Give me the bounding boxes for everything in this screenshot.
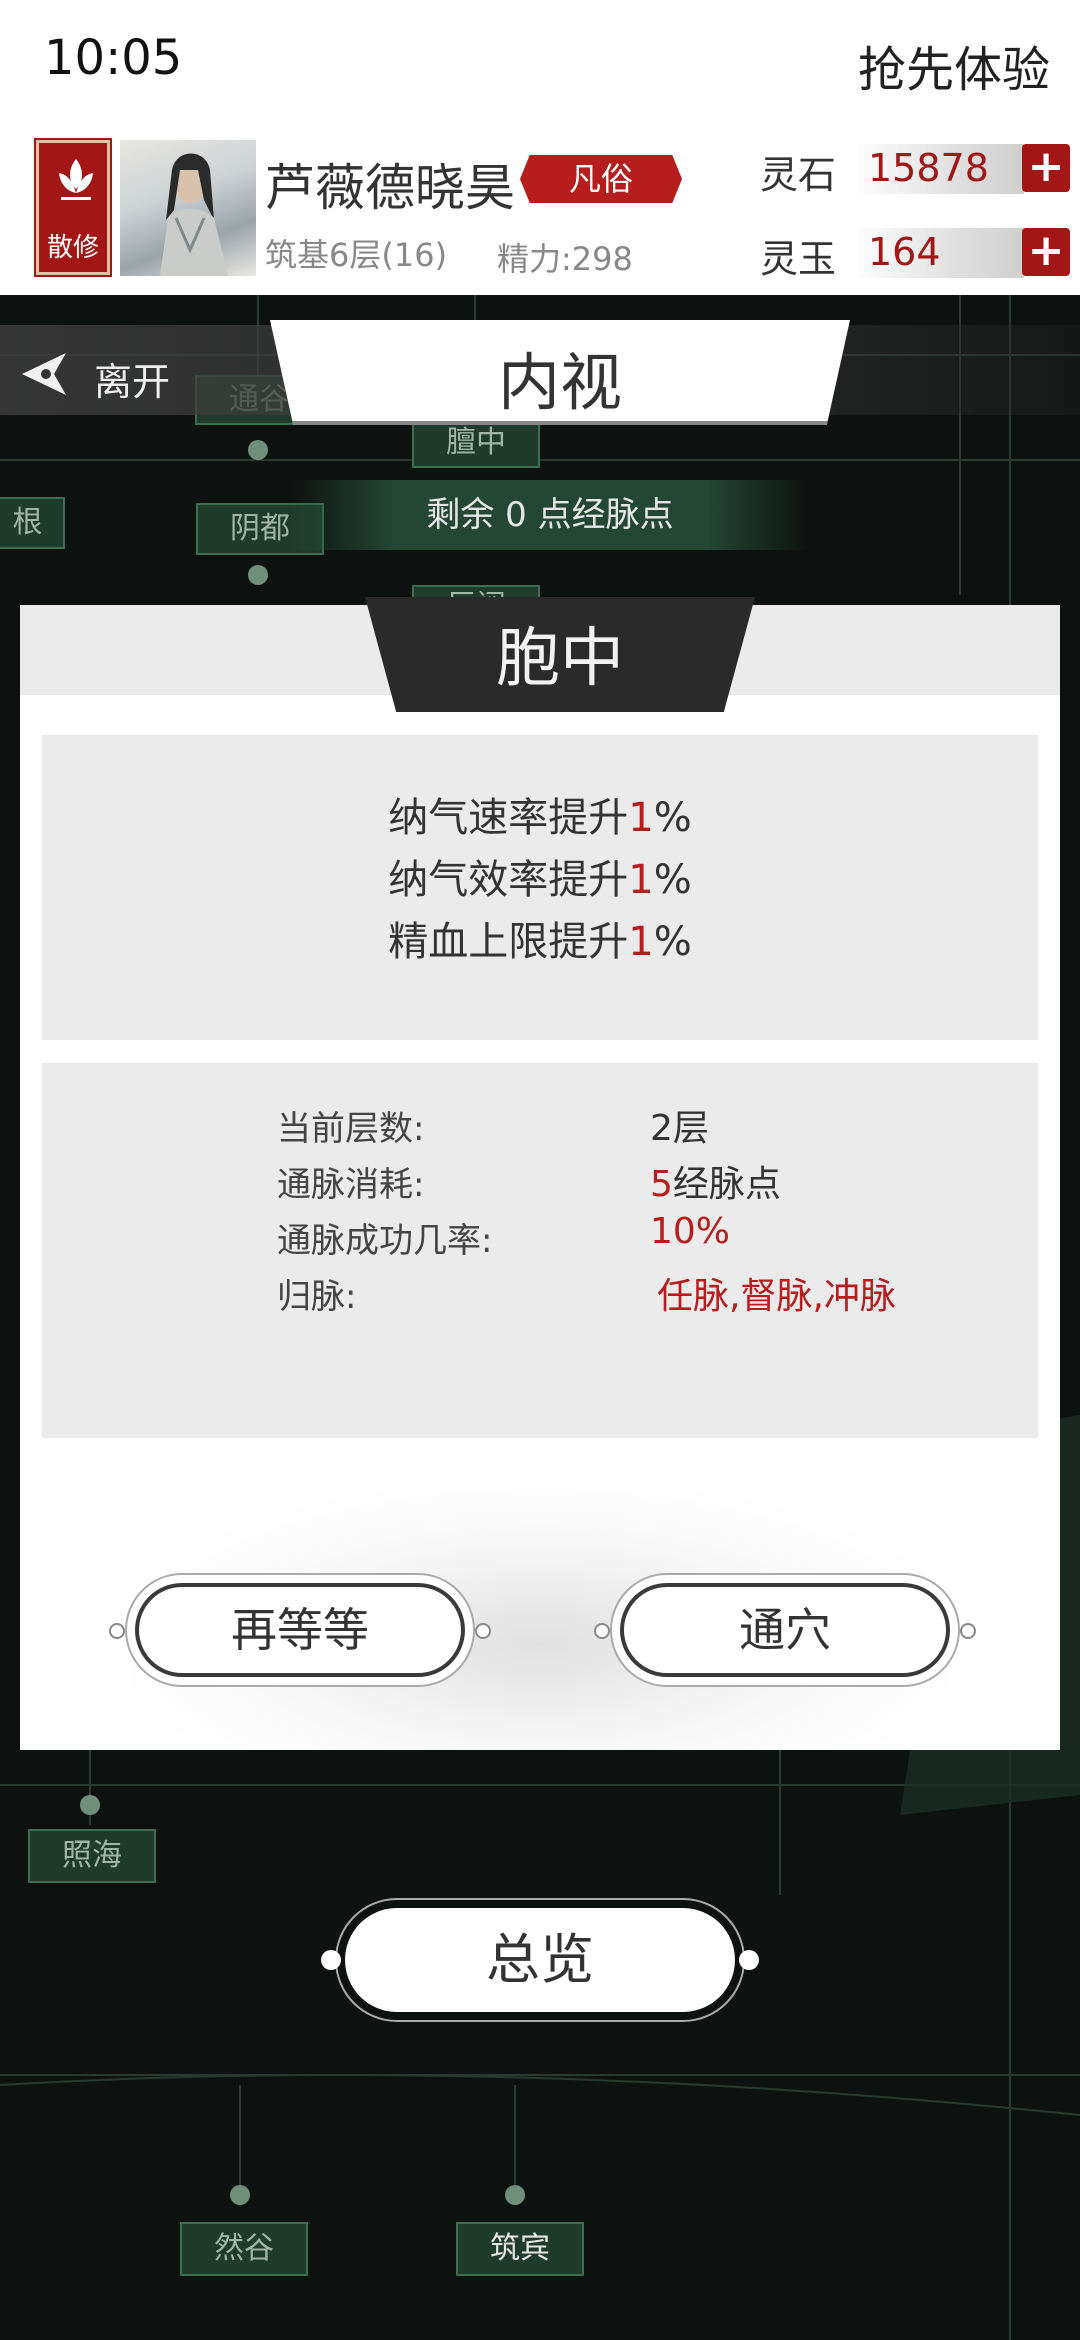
spirit-jade-label: 灵玉 (760, 237, 837, 281)
rank-badge: 凡俗 (520, 155, 682, 203)
cost-value: 5经脉点 (650, 1164, 781, 1205)
remaining-points: 剩余 0 点经脉点 (290, 480, 810, 550)
spirit-jade-value: 164 (868, 230, 941, 274)
open-acupoint-button[interactable]: 通穴 (594, 1583, 976, 1677)
acupoint-node[interactable]: 然谷 (180, 2222, 308, 2276)
status-bar: 10:05 抢先体验 (0, 0, 1080, 130)
acupoint-node[interactable]: 根 (0, 497, 65, 549)
spirit-stone-row: 灵石 15878 + (760, 140, 1070, 200)
success-label: 通脉成功几率: (277, 1221, 493, 1261)
sect-label: 散修 (46, 233, 99, 263)
overview-button[interactable]: 总览 (321, 1908, 759, 2012)
add-spirit-stone-button[interactable]: + (1022, 144, 1070, 192)
cost-label: 通脉消耗: (277, 1165, 425, 1205)
clock: 10:05 (44, 30, 183, 86)
leave-button[interactable]: 离开 (18, 345, 198, 405)
wait-button[interactable]: 再等等 (109, 1583, 491, 1677)
acupoint-node[interactable]: 筑宾 (456, 2222, 584, 2276)
level-value: 2层 (650, 1108, 709, 1149)
effects-box: 纳气速率提升1% 纳气效率提升1% 精血上限提升1% (42, 735, 1038, 1040)
page-title-tab: 内视 (270, 320, 850, 425)
spirit-jade-row: 灵玉 164 + (760, 224, 1070, 284)
player-name: 芦薇德晓昊 (265, 159, 515, 217)
effect-line: 纳气效率提升1% (388, 857, 692, 903)
early-access-label: 抢先体验 (857, 42, 1050, 98)
character-portrait-icon (160, 153, 228, 276)
acupoint-name: 胞中 (496, 622, 624, 696)
add-spirit-jade-button[interactable]: + (1022, 228, 1070, 276)
meridian-value: 任脉,督脉,冲脉 (657, 1276, 896, 1317)
player-header: 散修 芦薇德晓昊 凡俗 筑基6层(16) 精力:298 灵石 15878 + 灵… (0, 130, 1080, 295)
avatar[interactable] (120, 140, 256, 276)
spirit-stone-value: 15878 (868, 146, 989, 190)
acupoint-node[interactable]: 照海 (28, 1829, 156, 1883)
effect-line: 精血上限提升1% (388, 919, 692, 965)
spirit-stone-label: 灵石 (760, 153, 837, 197)
leave-label: 离开 (94, 360, 171, 404)
page-title: 内视 (497, 346, 622, 419)
stats-box: 当前层数: 2层 通脉消耗: 5经脉点 通脉成功几率: 10% 归脉: 任脉,督… (42, 1063, 1038, 1438)
level-label: 当前层数: (277, 1109, 425, 1149)
acupoint-panel: 胞中 纳气速率提升1% 纳气效率提升1% 精血上限提升1% 当前层数: 2层 通… (20, 597, 1060, 1750)
meridian-label: 归脉: (277, 1277, 357, 1317)
acupoint-title-tab: 胞中 (365, 597, 755, 712)
success-value: 10% (650, 1211, 731, 1252)
back-arrow-icon (22, 353, 66, 395)
energy-value: 精力:298 (497, 240, 633, 278)
acupoint-node[interactable]: 膻中 (412, 418, 540, 468)
realm-level: 筑基6层(16) (265, 236, 448, 274)
lotus-icon (59, 159, 93, 200)
sect-badge[interactable]: 散修 (36, 140, 110, 275)
effect-line: 纳气速率提升1% (388, 795, 692, 841)
